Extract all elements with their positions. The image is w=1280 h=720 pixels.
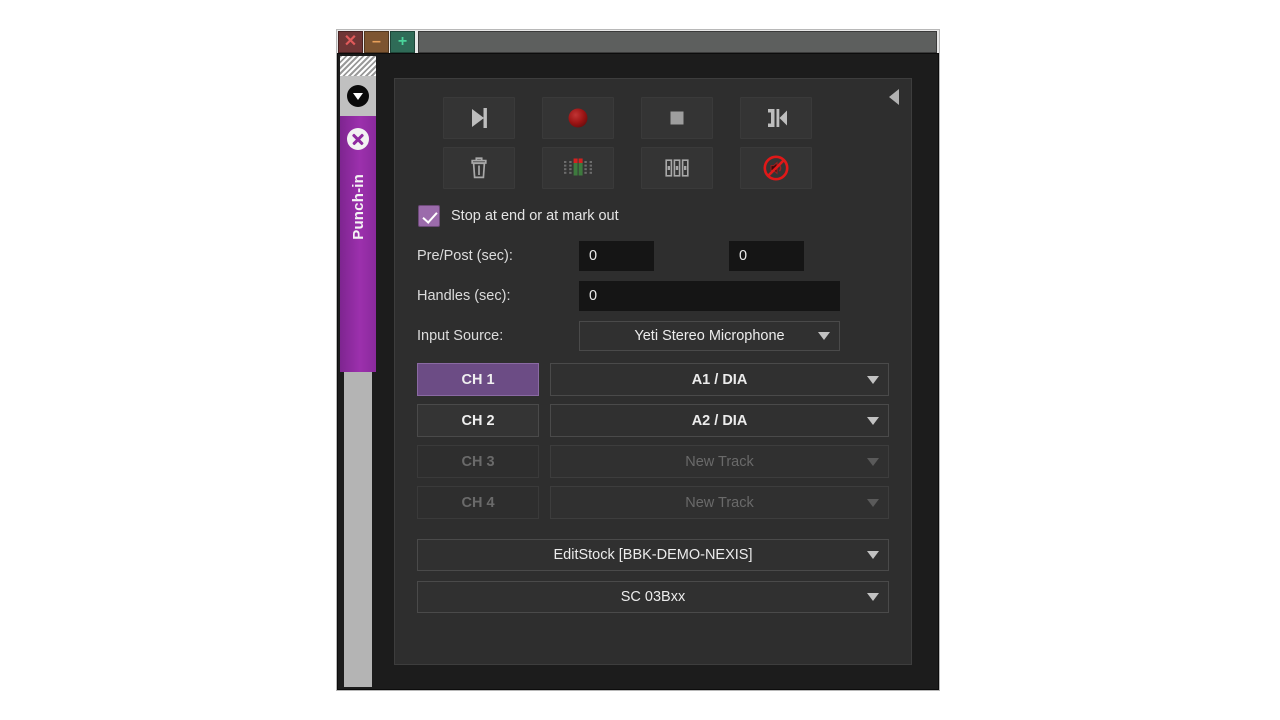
window-drag-area[interactable] <box>418 31 937 53</box>
handles-input[interactable] <box>579 281 840 311</box>
prepost-row: Pre/Post (sec): <box>417 241 889 271</box>
chevron-down-icon[interactable] <box>347 85 369 107</box>
target-selectors: EditStock [BBK-DEMO-NEXIS] SC 03Bxx <box>417 539 889 613</box>
chevron-down-icon <box>867 375 879 384</box>
chevron-down-icon <box>867 457 879 466</box>
channel-track-dropdown-ch2[interactable]: A2 / DIA <box>550 404 889 437</box>
channel-track-value-ch1: A1 / DIA <box>691 371 748 388</box>
channel-track-dropdown-ch3: New Track <box>550 445 889 478</box>
channel-row: CH 1 A1 / DIA <box>417 363 889 396</box>
chevron-down-icon <box>818 332 830 340</box>
target-volume-dropdown[interactable]: EditStock [BBK-DEMO-NEXIS] <box>417 539 889 571</box>
stop-at-end-label: Stop at end or at mark out <box>451 208 619 224</box>
trash-icon <box>466 155 492 181</box>
chevron-down-icon <box>867 593 879 601</box>
handles-row: Handles (sec): <box>417 281 889 311</box>
mark-in-bracket-icon <box>762 105 790 131</box>
stop-at-end-checkbox[interactable] <box>418 205 440 227</box>
target-volume-value: EditStock [BBK-DEMO-NEXIS] <box>553 547 753 563</box>
handles-label: Handles (sec): <box>417 288 511 304</box>
channel-track-dropdown-ch4: New Track <box>550 486 889 519</box>
transport-toolbar <box>443 97 835 189</box>
target-bin-value: SC 03Bxx <box>620 589 686 605</box>
channel-button-ch1[interactable]: CH 1 <box>417 363 539 396</box>
collapse-left-arrow-icon[interactable] <box>889 89 899 105</box>
channel-button-ch2[interactable]: CH 2 <box>417 404 539 437</box>
audio-meters-button[interactable] <box>542 147 614 189</box>
channel-track-value-ch4: New Track <box>685 494 754 511</box>
stop-button[interactable] <box>641 97 713 139</box>
channel-row: CH 3 New Track <box>417 445 889 478</box>
input-source-row: Input Source: Yeti Stereo Microphone <box>417 321 889 351</box>
punch-in-panel: Stop at end or at mark out Pre/Post (sec… <box>394 78 912 665</box>
input-source-dropdown[interactable]: Yeti Stereo Microphone <box>579 321 840 351</box>
target-bin-dropdown[interactable]: SC 03Bxx <box>417 581 889 613</box>
mute-slash-icon <box>762 154 790 182</box>
channel-track-value-ch3: New Track <box>685 453 754 470</box>
delete-button[interactable] <box>443 147 515 189</box>
rail-menu-cell <box>340 76 376 116</box>
channel-button-ch4: CH 4 <box>417 486 539 519</box>
channel-row: CH 2 A2 / DIA <box>417 404 889 437</box>
chevron-down-icon <box>867 551 879 559</box>
channel-track-value-ch2: A2 / DIA <box>691 412 748 429</box>
prepost-label: Pre/Post (sec): <box>417 248 513 264</box>
input-source-label: Input Source: <box>417 328 504 344</box>
faders-button[interactable] <box>641 147 713 189</box>
channel-row: CH 4 New Track <box>417 486 889 519</box>
punch-in-window: ✕ – + Punch-in Stop at end or at mark ou… <box>336 29 940 691</box>
prepost-post-input[interactable] <box>729 241 804 271</box>
tab-close-wrap <box>347 128 369 150</box>
sidebar-tab-label: Punch-in <box>349 174 367 240</box>
audio-meter-icon <box>562 155 594 181</box>
window-maximize-button[interactable]: + <box>390 31 415 53</box>
sidebar-tab-punch-in[interactable]: Punch-in <box>340 116 376 372</box>
channel-button-ch3: CH 3 <box>417 445 539 478</box>
punch-in-mark-button[interactable] <box>740 97 812 139</box>
left-rail: Punch-in <box>340 56 376 687</box>
stop-square-icon <box>664 105 690 131</box>
window-body: Punch-in Stop at end or at mark out Pre/… <box>337 53 939 690</box>
chevron-down-icon <box>867 498 879 507</box>
mute-button[interactable] <box>740 147 812 189</box>
record-button[interactable] <box>542 97 614 139</box>
fader-bars-icon <box>662 155 692 181</box>
stop-at-end-row: Stop at end or at mark out <box>418 205 889 227</box>
window-minimize-button[interactable]: – <box>364 31 389 53</box>
channel-list: CH 1 A1 / DIA CH 2 A2 / DIA CH 3 New Tra… <box>417 363 889 519</box>
window-titlebar: ✕ – + <box>337 30 939 53</box>
window-close-button[interactable]: ✕ <box>338 31 363 53</box>
input-source-value: Yeti Stereo Microphone <box>634 328 785 344</box>
chevron-down-icon <box>867 416 879 425</box>
record-circle-icon <box>565 105 591 131</box>
play-mark-icon <box>466 105 492 131</box>
channel-track-dropdown-ch1[interactable]: A1 / DIA <box>550 363 889 396</box>
rail-scroll-track[interactable] <box>344 372 372 687</box>
rail-grip-handle[interactable] <box>340 56 376 76</box>
close-circle-icon[interactable] <box>347 128 369 150</box>
play-to-mark-button[interactable] <box>443 97 515 139</box>
prepost-pre-input[interactable] <box>579 241 654 271</box>
